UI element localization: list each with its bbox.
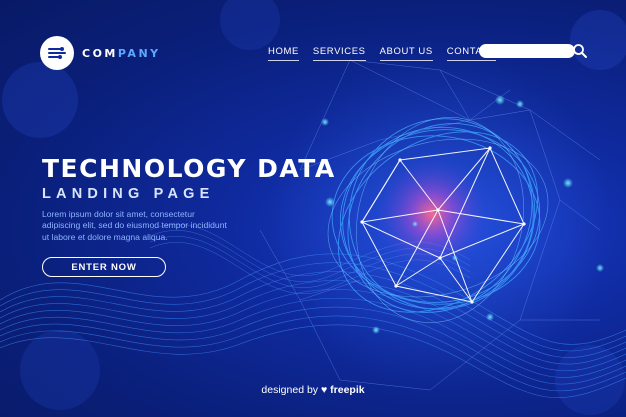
search-input[interactable]: [479, 44, 575, 58]
company-logo[interactable]: COMPANY: [40, 36, 161, 70]
logo-text: COMPANY: [82, 47, 161, 60]
nav-item-services[interactable]: SERVICES: [312, 46, 366, 61]
main-nav: HOME SERVICES ABOUT US CONTACT: [268, 46, 497, 61]
freepik-logo-icon: ♥: [320, 384, 328, 396]
logo-text-part-2: PANY: [117, 46, 161, 60]
hero-body-text: Lorem ipsum dolor sit amet, consectetur …: [42, 209, 227, 242]
search-icon[interactable]: [572, 43, 588, 59]
logo-text-part-1: COM: [82, 46, 118, 60]
hero-subtitle: LANDING PAGE: [42, 186, 215, 202]
credit-brand[interactable]: freepik: [330, 384, 364, 396]
credit-footer: designed by ♥ freepik: [0, 384, 626, 396]
nav-item-home[interactable]: HOME: [268, 46, 299, 61]
enter-now-button[interactable]: ENTER NOW: [42, 257, 166, 277]
hero-title: TECHNOLOGY DATA: [42, 154, 336, 183]
credit-prefix: designed by: [261, 384, 319, 396]
logo-icon: [40, 36, 74, 70]
nav-item-about-us[interactable]: ABOUT US: [379, 46, 433, 61]
